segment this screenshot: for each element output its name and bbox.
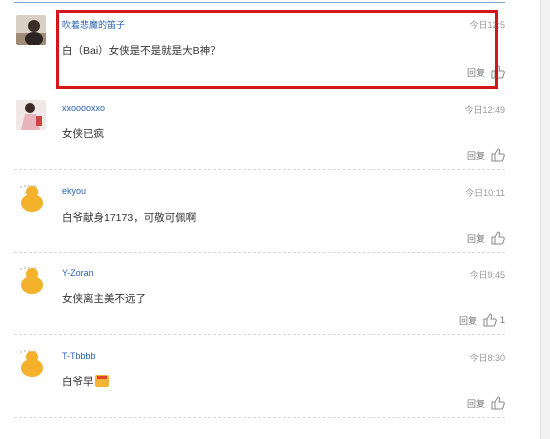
divider <box>14 252 505 253</box>
thumbs-up-icon[interactable] <box>491 231 505 245</box>
comment-text: 女侠已疯 <box>62 128 104 140</box>
divider <box>14 334 505 335</box>
top-rule <box>14 2 505 3</box>
reply-button[interactable]: 回复 <box>467 149 485 162</box>
comment-username[interactable]: xxooooxxo <box>62 103 105 113</box>
comment-item: xxooooxxo 今日12:49 女侠已疯 回复 <box>14 100 505 170</box>
comment-time: 今日8:30 <box>469 353 505 363</box>
thumbs-up-icon[interactable] <box>483 313 497 327</box>
comment-text: 白爷早 <box>62 376 94 388</box>
thumbs-up-icon[interactable] <box>491 396 505 410</box>
avatar[interactable] <box>16 15 46 45</box>
comment-time: 今日9:45 <box>469 270 505 280</box>
comment-item: Y-Zoran 今日9:45 女侠离主美不远了 回复 1 <box>14 265 505 335</box>
reply-button[interactable]: 回复 <box>467 397 485 410</box>
comment-text: 女侠离主美不远了 <box>62 293 146 305</box>
comment-text-wrap: 白爷早 <box>62 374 109 389</box>
thumbs-up-icon[interactable] <box>491 148 505 162</box>
reply-button[interactable]: 回复 <box>467 232 485 245</box>
like-count: 1 <box>499 315 505 325</box>
divider <box>14 169 505 170</box>
comment-item: T-Tbbbb 今日8:30 白爷早 回复 <box>14 348 505 418</box>
comment-item: ekyou 今日10:11 白爷献身17173，可敬可佩啊 回复 <box>14 183 505 253</box>
comment-time: 今日12:49 <box>464 105 505 115</box>
comment-username[interactable]: T-Tbbbb <box>62 351 96 361</box>
avatar[interactable] <box>16 183 46 213</box>
emoji-icon <box>94 375 109 387</box>
scrollbar[interactable] <box>540 0 550 439</box>
avatar[interactable] <box>16 100 46 130</box>
comment-text: 白爷献身17173，可敬可佩啊 <box>62 212 197 224</box>
comment-time: 今日10:11 <box>465 188 505 198</box>
avatar[interactable] <box>16 265 46 295</box>
highlight-box <box>56 10 498 89</box>
divider <box>14 417 505 418</box>
comment-username[interactable]: Y-Zoran <box>62 268 94 278</box>
avatar[interactable] <box>16 348 46 378</box>
comment-username[interactable]: ekyou <box>62 186 86 196</box>
reply-button[interactable]: 回复 <box>459 314 477 327</box>
